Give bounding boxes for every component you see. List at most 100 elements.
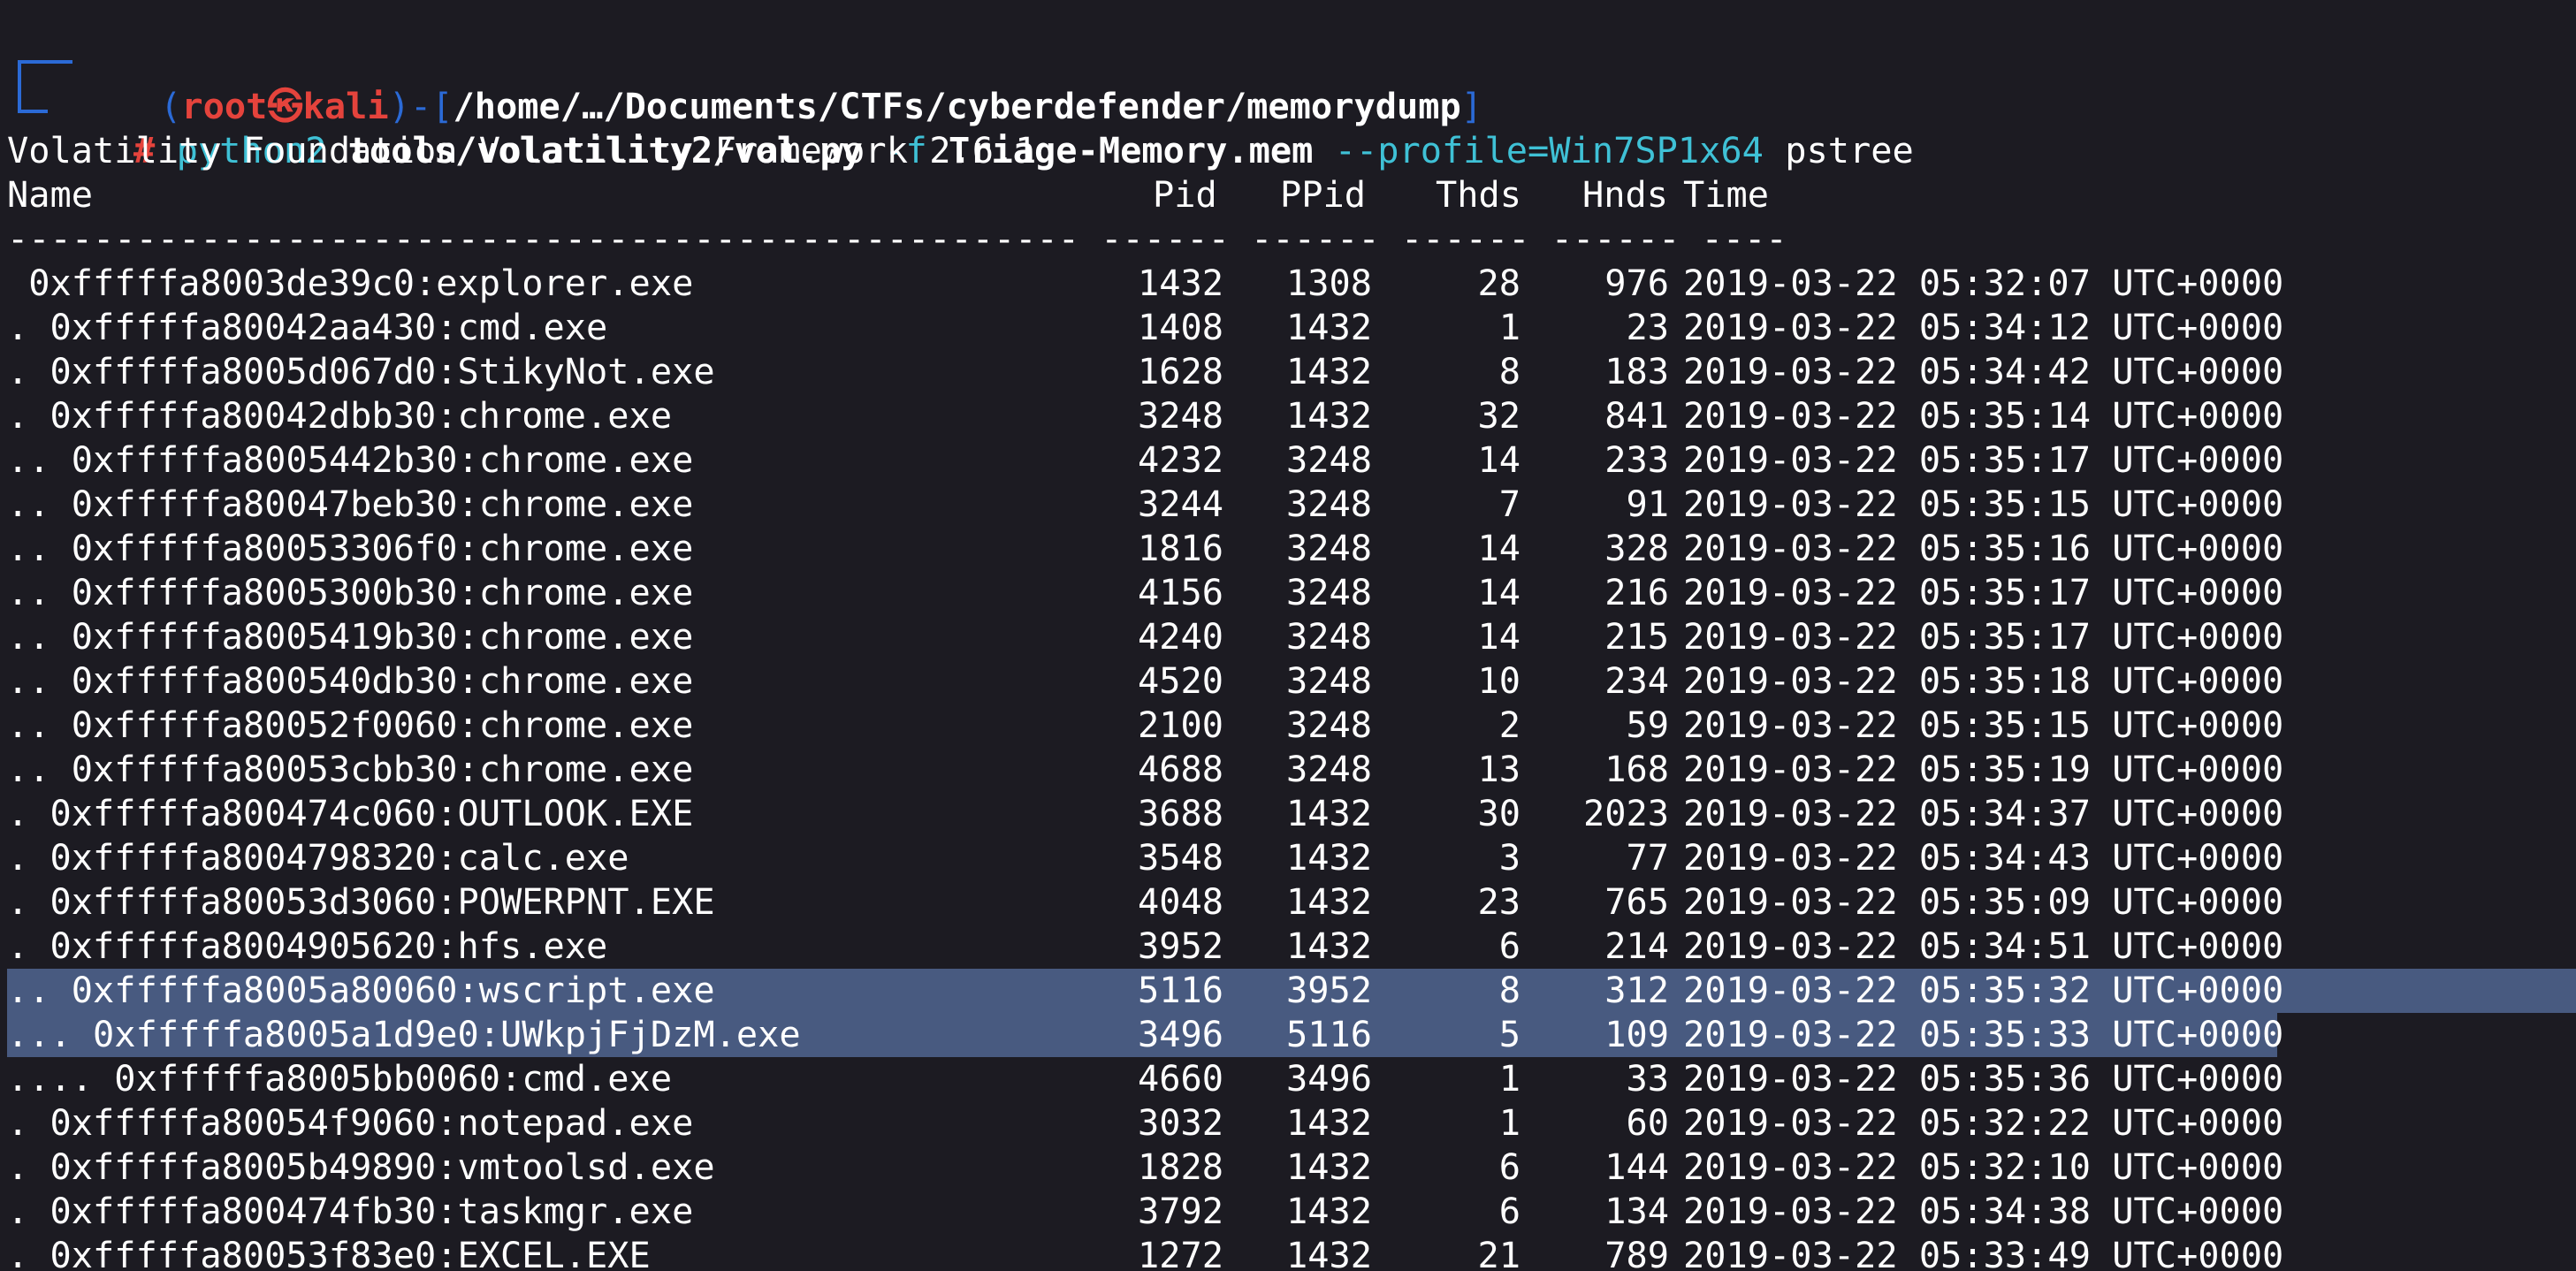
process-pid: 4660 — [1137, 1058, 1223, 1100]
process-pid: 4520 — [1137, 660, 1223, 702]
process-time: 2019-03-22 05:35:18 UTC+0000 — [1683, 660, 2284, 702]
process-threads: 28 — [1477, 263, 1520, 304]
process-time: 2019-03-22 05:35:15 UTC+0000 — [1683, 483, 2284, 525]
process-handles: 91 — [1626, 483, 1669, 525]
process-name: .. 0xfffffa8005419b30:chrome.exe — [7, 616, 694, 658]
process-time: 2019-03-22 05:35:36 UTC+0000 — [1683, 1058, 2284, 1100]
process-name: . 0xfffffa80053d3060:POWERPNT.EXE — [7, 881, 715, 923]
process-name: .... 0xfffffa8005bb0060:cmd.exe — [7, 1058, 673, 1100]
process-time: 2019-03-22 05:35:14 UTC+0000 — [1683, 395, 2284, 437]
process-handles: 168 — [1604, 749, 1669, 790]
table-row[interactable]: .. 0xfffffa80047beb30:chrome.exe 3244 3248… — [7, 483, 2571, 527]
process-time: 2019-03-22 05:32:10 UTC+0000 — [1683, 1146, 2284, 1188]
process-name: .. 0xfffffa80047beb30:chrome.exe — [7, 483, 694, 525]
table-row[interactable]: .. 0xfffffa8005300b30:chrome.exe 4156 3248… — [7, 571, 2571, 615]
process-pid: 3496 — [1137, 1014, 1223, 1055]
process-ppid: 3248 — [1285, 528, 1372, 569]
process-time: 2019-03-22 05:32:07 UTC+0000 — [1683, 263, 2284, 304]
process-handles: 144 — [1604, 1146, 1669, 1188]
process-pid: 3688 — [1137, 793, 1223, 834]
cmd-plugin: pstree — [1785, 130, 1914, 171]
process-handles: 77 — [1626, 837, 1669, 879]
process-ppid: 3952 — [1285, 970, 1372, 1011]
table-row[interactable]: . 0xfffffa8005d067d0:StikyNot.exe 1628 143… — [7, 350, 2571, 394]
process-handles: 328 — [1604, 528, 1669, 569]
process-handles: 109 — [1604, 1014, 1669, 1055]
process-pid: 1432 — [1137, 263, 1223, 304]
process-pid: 5116 — [1137, 970, 1223, 1011]
table-row[interactable]: . 0xfffffa80042dbb30:chrome.exe 3248 1432 3… — [7, 394, 2571, 438]
process-ppid: 5116 — [1285, 1014, 1372, 1055]
table-row[interactable]: ... 0xfffffa8005a1d9e0:UWkpjFjDzM.exe 349… — [7, 1013, 2571, 1057]
table-row[interactable]: . 0xfffffa80053f83e0:EXCEL.EXE 1272 1432 21… — [7, 1234, 2571, 1271]
process-handles: 312 — [1604, 970, 1669, 1011]
process-ppid: 3248 — [1285, 704, 1372, 746]
table-row[interactable]: .. 0xfffffa80053306f0:chrome.exe 1816 3248… — [7, 527, 2571, 571]
process-threads: 6 — [1498, 1146, 1520, 1188]
table-row[interactable]: .. 0xfffffa80052f0060:chrome.exe 2100 3248… — [7, 704, 2571, 748]
table-row[interactable]: .... 0xfffffa8005bb0060:cmd.exe 4660 3496 1… — [7, 1057, 2571, 1101]
process-threads: 6 — [1498, 1191, 1520, 1232]
process-threads: 13 — [1477, 749, 1520, 790]
terminal-window[interactable]: (root㉿kali)-[/home/…/Documents/CTFs/cybe… — [0, 0, 2576, 1271]
process-time: 2019-03-22 05:35:15 UTC+0000 — [1683, 704, 2284, 746]
table-row[interactable]: .. 0xfffffa80053cbb30:chrome.exe 4688 3248… — [7, 748, 2571, 792]
process-ppid: 3248 — [1285, 749, 1372, 790]
table-row[interactable]: . 0xfffffa80054f9060:notepad.exe 3032 1432… — [7, 1101, 2571, 1145]
table-row[interactable]: .. 0xfffffa8005442b30:chrome.exe 4232 3248… — [7, 438, 2571, 483]
cmd-profile: --profile=Win7SP1x64 — [1334, 130, 1764, 171]
process-pid: 3032 — [1137, 1102, 1223, 1144]
process-pid: 4688 — [1137, 749, 1223, 790]
process-handles: 2023 — [1582, 793, 1669, 834]
process-threads: 1 — [1498, 1102, 1520, 1144]
prompt-frame-bottom — [18, 80, 48, 113]
process-threads: 30 — [1477, 793, 1520, 834]
process-time: 2019-03-22 05:35:17 UTC+0000 — [1683, 439, 2284, 481]
table-separator: ----------------------------------------… — [7, 218, 1787, 260]
header-pid: Pid — [1153, 174, 1217, 216]
process-time: 2019-03-22 05:34:42 UTC+0000 — [1683, 351, 2284, 392]
process-name: .. 0xfffffa800540db30:chrome.exe — [7, 660, 694, 702]
process-time: 2019-03-22 05:35:33 UTC+0000 — [1683, 1014, 2284, 1055]
process-pid: 3792 — [1137, 1191, 1223, 1232]
process-threads: 5 — [1498, 1014, 1520, 1055]
process-threads: 14 — [1477, 616, 1520, 658]
process-ppid: 3496 — [1285, 1058, 1372, 1100]
table-row[interactable]: . 0xfffffa8004905620:hfs.exe 3952 1432 6 214… — [7, 925, 2571, 969]
process-ppid: 1308 — [1285, 263, 1372, 304]
process-ppid: 1432 — [1285, 307, 1372, 348]
table-row[interactable]: .. 0xfffffa800540db30:chrome.exe 4520 3248… — [7, 659, 2571, 704]
process-time: 2019-03-22 05:35:09 UTC+0000 — [1683, 881, 2284, 923]
header-time: Time — [1683, 174, 1770, 216]
process-handles: 33 — [1626, 1058, 1669, 1100]
process-ppid: 3248 — [1285, 572, 1372, 613]
table-row[interactable]: 0xfffffa8003de39c0:explorer.exe 1432 1308 2… — [7, 262, 2571, 306]
process-name: . 0xfffffa80042aa430:cmd.exe — [7, 307, 608, 348]
table-row[interactable]: . 0xfffffa800474c060:OUTLOOK.EXE 3688 1432… — [7, 792, 2571, 836]
process-handles: 183 — [1604, 351, 1669, 392]
process-time: 2019-03-22 05:35:16 UTC+0000 — [1683, 528, 2284, 569]
prompt-line: (root㉿kali)-[/home/…/Documents/CTFs/cybe… — [74, 41, 1482, 127]
table-row[interactable]: . 0xfffffa8005b49890:vmtoolsd.exe 1828 143… — [7, 1145, 2571, 1190]
process-pid: 3952 — [1137, 925, 1223, 967]
table-row[interactable]: . 0xfffffa8004798320:calc.exe 3548 1432 3 77… — [7, 836, 2571, 880]
header-ppid: PPid — [1280, 174, 1367, 216]
process-pid: 4156 — [1137, 572, 1223, 613]
process-time: 2019-03-22 05:35:19 UTC+0000 — [1683, 749, 2284, 790]
process-time: 2019-03-22 05:35:17 UTC+0000 — [1683, 616, 2284, 658]
process-pid: 1816 — [1137, 528, 1223, 569]
process-time: 2019-03-22 05:34:37 UTC+0000 — [1683, 793, 2284, 834]
table-row[interactable]: .. 0xfffffa8005419b30:chrome.exe 4240 3248… — [7, 615, 2571, 659]
process-pid: 1828 — [1137, 1146, 1223, 1188]
table-row[interactable]: . 0xfffffa800474fb30:taskmgr.exe 3792 1432… — [7, 1190, 2571, 1234]
table-row[interactable]: . 0xfffffa80053d3060:POWERPNT.EXE 4048 143… — [7, 880, 2571, 925]
table-row[interactable]: .. 0xfffffa8005a80060:wscript.exe 5116 395… — [7, 969, 2571, 1013]
table-row[interactable]: . 0xfffffa80042aa430:cmd.exe 1408 1432 1 23 2… — [7, 306, 2571, 350]
command-line[interactable]: # python2 tools/volatility2/vol.py -f Tr… — [48, 85, 1914, 171]
header-hnds: Hnds — [1582, 174, 1669, 216]
process-pid: 1272 — [1137, 1235, 1223, 1271]
process-ppid: 1432 — [1285, 351, 1372, 392]
process-pid: 4240 — [1137, 616, 1223, 658]
process-handles: 976 — [1604, 263, 1669, 304]
volatility-banner: Volatility Foundation Volatility Framewo… — [7, 130, 1037, 171]
